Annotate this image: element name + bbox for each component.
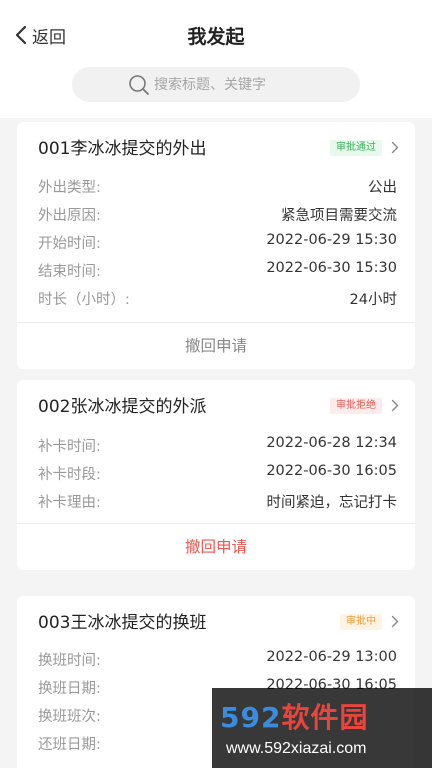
detail-value: 2022-06-29 15:30	[266, 232, 397, 248]
watermark: 592软件园 www.592xiazai.com	[212, 688, 432, 768]
detail-value: 紧急项目需要交流	[281, 208, 397, 224]
detail-row: 换班时间: 2022-06-29 13:00	[17, 646, 415, 674]
detail-value: 24小时	[349, 292, 397, 308]
detail-row: 补卡时段: 2022-06-30 16:05	[17, 460, 415, 488]
detail-label: 补卡理由:	[38, 495, 101, 511]
card-header: 003王冰冰提交的换班 审批中	[17, 596, 415, 646]
detail-label: 补卡时间:	[38, 439, 101, 455]
detail-value: 2022-06-28 12:34	[266, 435, 397, 451]
detail-value: 时间紧迫，忘记打卡	[266, 495, 398, 511]
status-badge: 审批拒绝	[330, 398, 382, 414]
detail-label: 换班日期:	[38, 681, 101, 697]
card-title: 003王冰冰提交的换班	[38, 613, 207, 633]
search-icon	[129, 75, 149, 95]
detail-row: 开始时间: 2022-06-29 15:30	[17, 229, 415, 257]
top-bar: 返回 我发起	[0, 0, 432, 118]
status-badge: 审批通过	[330, 140, 382, 156]
card-title: 001李冰冰提交的外出	[38, 139, 207, 159]
detail-row: 补卡理由: 时间紧迫，忘记打卡	[17, 488, 415, 516]
detail-label: 结束时间:	[38, 264, 101, 280]
watermark-url: www.592xiazai.com	[226, 740, 367, 757]
detail-label: 换班时间:	[38, 653, 101, 669]
detail-label: 外出类型:	[38, 180, 101, 196]
card-header: 001李冰冰提交的外出 审批通过	[17, 122, 415, 172]
status-badge: 审批中	[340, 614, 382, 630]
detail-value: 2022-06-29 13:00	[266, 649, 397, 665]
search-bar[interactable]	[72, 67, 360, 102]
chevron-right-icon[interactable]	[391, 141, 399, 154]
detail-list: 外出类型: 公出 外出原因: 紧急项目需要交流 开始时间: 2022-06-29…	[17, 173, 415, 313]
detail-label: 时长（小时）:	[38, 292, 130, 308]
detail-row: 外出类型: 公出	[17, 173, 415, 201]
card-title: 002张冰冰提交的外派	[38, 397, 207, 417]
withdraw-button[interactable]: 撤回申请	[17, 524, 415, 570]
watermark-logo: 592软件园	[220, 701, 369, 734]
detail-value: 2022-06-30 15:30	[266, 260, 397, 276]
detail-label: 补卡时段:	[38, 467, 101, 483]
detail-row: 外出原因: 紧急项目需要交流	[17, 201, 415, 229]
detail-label: 还班日期:	[38, 737, 101, 753]
withdraw-button[interactable]: 撤回申请	[17, 323, 415, 369]
card-header: 002张冰冰提交的外派 审批拒绝	[17, 380, 415, 430]
detail-value: 公出	[368, 180, 397, 196]
detail-label: 外出原因:	[38, 208, 101, 224]
detail-list: 补卡时间: 2022-06-28 12:34 补卡时段: 2022-06-30 …	[17, 432, 415, 516]
detail-label: 换班班次:	[38, 709, 101, 725]
detail-row: 结束时间: 2022-06-30 15:30	[17, 257, 415, 285]
page-title: 我发起	[187, 26, 245, 48]
request-card[interactable]: 001李冰冰提交的外出 审批通过 外出类型: 公出 外出原因: 紧急项目需要交流…	[17, 122, 415, 369]
search-input[interactable]	[154, 76, 344, 93]
chevron-right-icon[interactable]	[391, 399, 399, 412]
detail-row: 时长（小时）: 24小时	[17, 285, 415, 313]
detail-value: 2022-06-30 16:05	[266, 463, 397, 479]
detail-row: 补卡时间: 2022-06-28 12:34	[17, 432, 415, 460]
detail-label: 开始时间:	[38, 236, 101, 252]
chevron-right-icon[interactable]	[391, 615, 399, 628]
request-card[interactable]: 002张冰冰提交的外派 审批拒绝 补卡时间: 2022-06-28 12:34 …	[17, 380, 415, 570]
